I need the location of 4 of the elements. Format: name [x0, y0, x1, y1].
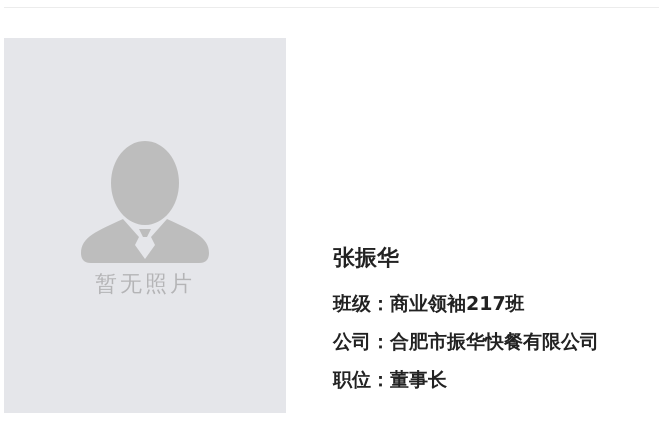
profile-field: 班级：商业领袖217班: [333, 285, 599, 323]
profile-field: 职位：董事长: [333, 361, 599, 399]
profile-field: 公司：合肥市振华快餐有限公司: [333, 323, 599, 361]
person-name: 张振华: [333, 245, 400, 273]
